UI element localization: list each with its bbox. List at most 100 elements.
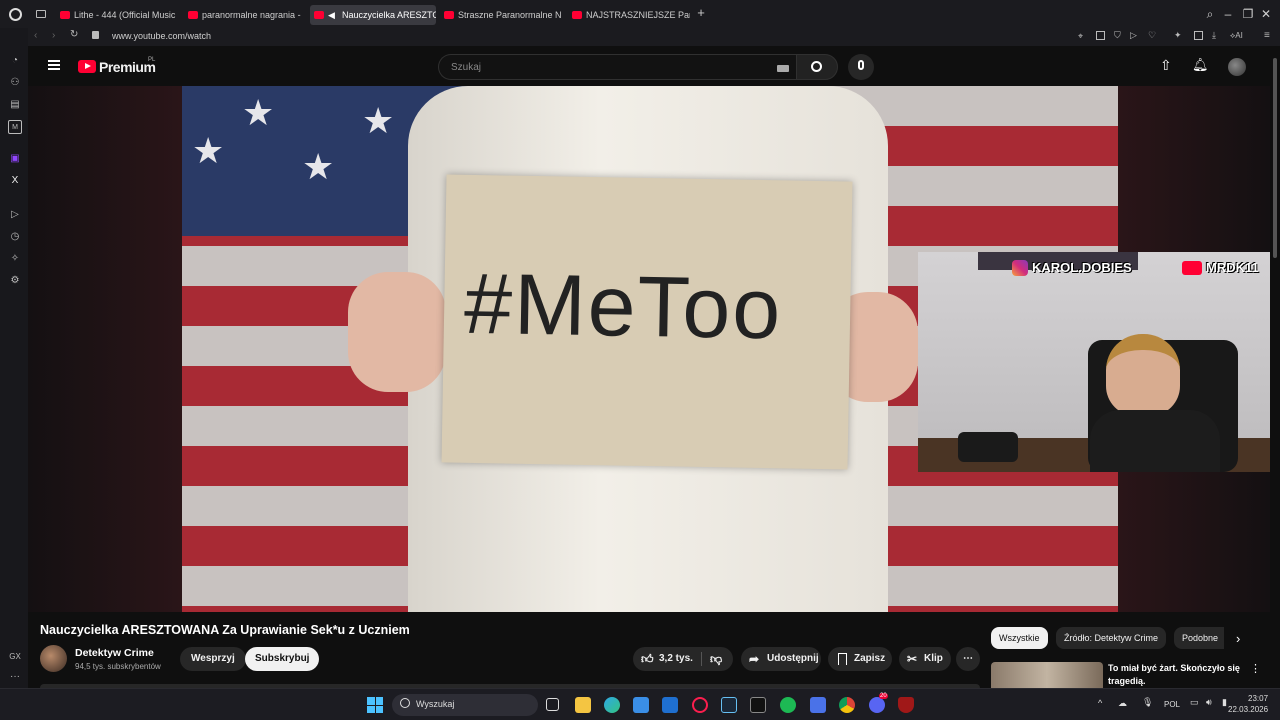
avatar[interactable] [1228,58,1246,76]
chip-all[interactable]: Wszystkie [991,627,1048,649]
thumbs-up-icon: 👍︎ [641,652,654,666]
star-icon: ★ [192,130,225,171]
aria-ai-icon[interactable]: ⟡AI [1230,31,1243,41]
scrollbar-thumb[interactable] [1273,58,1277,258]
security-app-icon[interactable] [898,697,914,713]
heart-icon[interactable]: ♡ [1148,30,1156,41]
edge-icon[interactable] [604,697,620,713]
recommended-title[interactable]: To miał być żart. Skończyło się tragedią… [1108,662,1242,688]
page-scrollbar[interactable] [1270,46,1280,688]
webcam-overlay: KAROL.DOBIES MRDK11 [918,252,1270,472]
chip-source[interactable]: Źródło: Detektyw Crime [1056,627,1167,649]
close-icon[interactable]: ✕ [1258,6,1274,22]
new-tab-button[interactable]: + [694,6,708,20]
clock-time[interactable]: 23:07 [1248,694,1268,703]
search-tabs-icon[interactable]: ⌕ [1202,6,1218,22]
tab-lithe[interactable]: Lithe - 444 (Official Music [56,5,176,25]
save-button[interactable]: Zapisz [828,647,892,671]
clip-button[interactable]: ✂ Klip [899,647,951,671]
tab-straszne[interactable]: Straszne Paranormalne N [440,5,564,25]
clock-date[interactable]: 22.03.2026 [1228,705,1268,714]
gx-label[interactable]: GX [6,650,24,664]
taskbar-search-box[interactable]: Wyszukaj [392,694,538,716]
video-info: Nauczycielka ARESZTOWANA Za Uprawianie S… [28,612,1270,688]
pin-icon[interactable]: ⌖ [1078,31,1083,42]
video-player[interactable]: ★ ★ ★ ★ #MeToo KAROL.DOBIES MRDK11 [28,86,1270,612]
workspace-icon[interactable]: ⚇ [8,76,22,90]
steam-icon[interactable] [721,697,737,713]
tray-volume-icon[interactable]: 🔊︎ [1206,697,1212,708]
minimize-icon[interactable]: – [1220,6,1236,22]
snapshot-icon[interactable] [1096,31,1105,40]
windows-start-icon[interactable] [367,697,383,713]
spotify-icon[interactable] [780,697,796,713]
opera-gx-icon[interactable] [692,697,708,713]
app-blue-icon[interactable] [810,697,826,713]
tab-paranormalne[interactable]: paranormalne nagrania - [184,5,304,25]
url-field[interactable]: www.youtube.com/watch [112,31,211,41]
search-button[interactable] [796,54,838,80]
extensions-sidebar-icon[interactable]: ✧ [8,252,22,266]
keyboard-icon[interactable] [777,65,789,72]
tab-nauczycielka-active[interactable]: ◀ Nauczycielka ARESZTO [310,5,436,25]
tray-network-icon[interactable]: ▭ [1190,697,1199,708]
messenger-icon[interactable]: M [8,120,22,134]
hamburger-menu-icon[interactable] [48,60,60,70]
menu-icon[interactable]: ≡ [1264,30,1270,41]
microsoft-store-icon[interactable] [633,697,649,713]
download-icon[interactable]: ⤓ [1212,30,1216,41]
more-icon[interactable]: ··· [8,670,22,684]
share-button[interactable]: ➦ Udostępnij [741,647,821,671]
opera-logo-icon[interactable] [9,8,22,21]
chevron-right-icon[interactable]: › [1236,631,1240,646]
tray-microphone-icon[interactable]: 🎙︎ [1142,697,1153,708]
channel-name[interactable]: Detektyw Crime [75,647,154,659]
player-icon[interactable]: ▷ [8,208,22,222]
channel-avatar[interactable] [40,645,67,672]
tab-menu-icon[interactable] [36,10,46,18]
voice-search-button[interactable] [848,54,874,80]
support-button[interactable]: Wesprzyj [180,647,246,671]
youtube-favicon-icon [188,11,198,19]
more-actions-button[interactable]: ⋯ [956,647,980,671]
maximize-icon[interactable]: ❐ [1240,6,1256,22]
subscribe-button[interactable]: Subskrybuj [245,647,320,671]
youtube-logo-icon[interactable] [78,60,96,73]
pinboard-icon[interactable]: ▤ [8,98,22,112]
speed-dial-icon[interactable]: ◔ [8,54,22,68]
keyboard-language[interactable]: POL [1164,700,1180,709]
shield-icon[interactable]: ⛉ [1114,30,1121,41]
recommended-thumbnail[interactable] [991,662,1103,688]
like-button[interactable]: 👍︎ 3,2 tys. [633,647,701,671]
chip-related[interactable]: Podobne [1174,627,1224,649]
history-icon[interactable]: ◷ [8,230,22,244]
capcut-icon[interactable] [750,697,766,713]
recommended-more-icon[interactable]: ⋮ [1250,662,1261,675]
reload-icon[interactable]: ↻ [70,29,78,40]
search-input[interactable]: Szukaj [438,54,796,80]
settings-gear-icon[interactable]: ⚙ [8,274,22,288]
tray-cloud-icon[interactable]: ☁ [1118,698,1127,709]
forward-icon[interactable]: › [52,30,55,41]
play-icon[interactable]: ▷ [1130,30,1137,41]
x-icon[interactable]: X [8,174,22,188]
sidebar-toggle-icon[interactable] [1194,31,1203,40]
notifications-bell-icon[interactable]: 🔔︎ [1192,57,1209,73]
twitch-icon[interactable]: ▣ [8,152,22,166]
file-explorer-icon[interactable] [575,697,591,713]
subscriber-count: 94,5 tys. subskrybentów [75,662,161,671]
discord-icon[interactable] [869,697,885,713]
extensions-icon[interactable]: ✦ [1174,30,1182,41]
lock-icon [92,31,99,39]
mail-icon[interactable] [662,697,678,713]
back-icon[interactable]: ‹ [34,30,37,41]
task-view-icon[interactable] [546,698,559,711]
youtube-premium-label[interactable]: Premium [99,59,156,75]
tab-najstraszniejsze[interactable]: NAJSTRASZNIEJSZE Para [568,5,690,25]
dislike-button[interactable]: 👎︎ [705,647,731,671]
chrome-icon[interactable] [839,697,855,713]
thumbs-down-icon: 👎︎ [710,652,723,666]
upload-icon[interactable]: ⇧ [1160,57,1172,74]
tray-battery-icon[interactable]: ▮ [1222,697,1227,708]
tray-chevron-icon[interactable]: ^ [1098,698,1102,708]
